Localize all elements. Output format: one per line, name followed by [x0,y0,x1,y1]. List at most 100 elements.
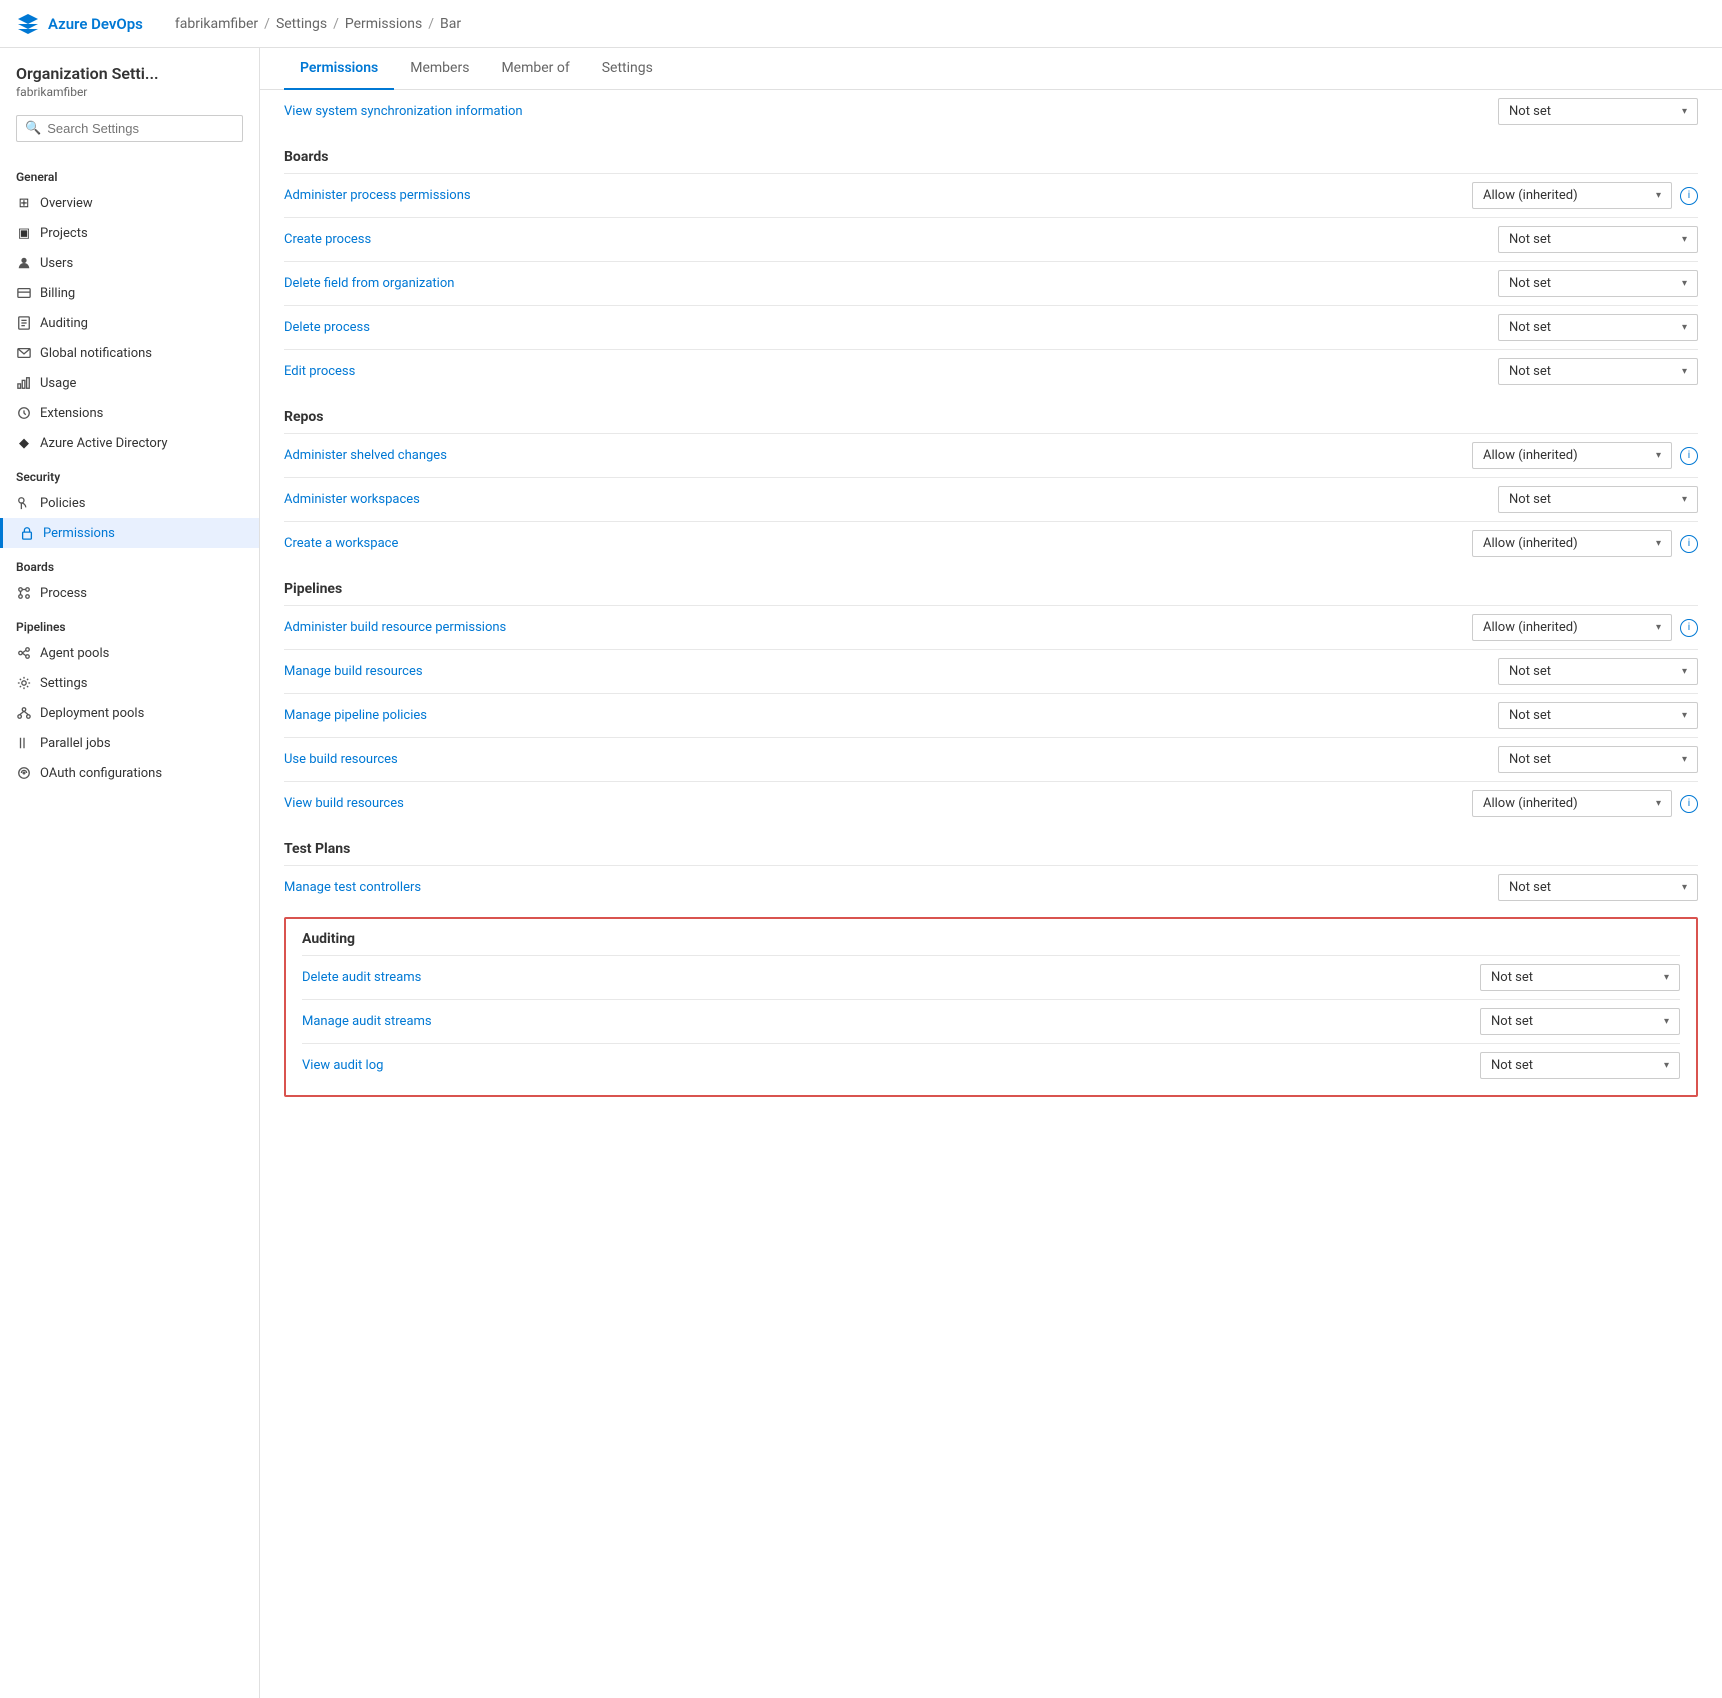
sidebar-section-general: General [0,158,259,188]
chevron-down-icon: ▾ [1682,494,1687,505]
permission-select[interactable]: Allow (inherited) ▾ [1472,530,1672,557]
sep2: / [333,16,339,32]
breadcrumb-item-4[interactable]: Bar [440,16,461,32]
info-icon[interactable]: i [1680,619,1698,637]
section-header-test-plans: Test Plans [284,825,1698,865]
chevron-down-icon: ▾ [1682,322,1687,333]
breadcrumb-item-2[interactable]: Settings [276,16,327,32]
breadcrumb-item-1[interactable]: fabrikamfiber [175,16,258,32]
permission-control: Allow (inherited) ▾ i [1438,442,1698,469]
app-logo[interactable]: Azure DevOps [16,12,143,36]
tab-members[interactable]: Members [394,48,485,90]
sidebar-item-parallel-jobs[interactable]: Parallel jobs [0,728,259,758]
sidebar-item-usage[interactable]: Usage [0,368,259,398]
permission-select[interactable]: Allow (inherited) ▾ [1472,790,1672,817]
permission-select[interactable]: Not set ▾ [1498,486,1698,513]
permission-name[interactable]: View build resources [284,796,1438,811]
permission-name[interactable]: Create process [284,232,1438,247]
sidebar-item-policies[interactable]: Policies [0,488,259,518]
permission-select[interactable]: Allow (inherited) ▾ [1472,614,1672,641]
sidebar-search[interactable]: 🔍 [16,115,243,142]
info-icon[interactable]: i [1680,447,1698,465]
permission-row: Administer workspaces Not set ▾ [284,477,1698,521]
permission-select[interactable]: Not set ▾ [1498,226,1698,253]
permission-name[interactable]: Use build resources [284,752,1438,767]
section-repos: Repos Administer shelved changes Allow (… [284,393,1698,565]
permission-name[interactable]: Create a workspace [284,536,1438,551]
permission-name[interactable]: Administer workspaces [284,492,1438,507]
permission-name[interactable]: Administer build resource permissions [284,620,1438,635]
sidebar-item-auditing[interactable]: Auditing [0,308,259,338]
chevron-down-icon: ▾ [1656,538,1661,549]
sidebar-item-agent-pools[interactable]: Agent pools [0,638,259,668]
tab-member-of[interactable]: Member of [485,48,585,90]
permission-row: Manage pipeline policies Not set ▾ [284,693,1698,737]
permission-name[interactable]: Administer shelved changes [284,448,1438,463]
permission-select[interactable]: Allow (inherited) ▾ [1472,182,1672,209]
info-icon[interactable]: i [1680,535,1698,553]
sidebar-title: Organization Setti... [16,64,243,83]
permission-select[interactable]: Not set ▾ [1480,1008,1680,1035]
permission-control: Allow (inherited) ▾ i [1438,182,1698,209]
permission-name[interactable]: Delete field from organization [284,276,1438,291]
sidebar-item-projects[interactable]: ▣ Projects [0,218,259,248]
info-icon[interactable]: i [1680,795,1698,813]
permission-select[interactable]: Not set ▾ [1480,1052,1680,1079]
permission-value: Not set [1509,752,1551,767]
permission-select[interactable]: Allow (inherited) ▾ [1472,442,1672,469]
sidebar-item-permissions[interactable]: Permissions [0,518,259,548]
permission-name[interactable]: View system synchronization information [284,104,1438,119]
deployment-pools-icon [16,705,32,721]
section-boards: Boards Administer process permissions Al… [284,133,1698,393]
sidebar-item-oauth-configurations[interactable]: OAuth configurations [0,758,259,788]
tab-permissions[interactable]: Permissions [284,48,394,90]
permission-name[interactable]: Manage build resources [284,664,1438,679]
sidebar-item-label: OAuth configurations [40,766,162,781]
sidebar-item-label: Permissions [43,526,115,541]
permission-name[interactable]: Delete process [284,320,1438,335]
agent-pools-icon [16,645,32,661]
permission-select[interactable]: Not set ▾ [1498,98,1698,125]
permission-value: Not set [1509,492,1551,507]
sidebar-item-deployment-pools[interactable]: Deployment pools [0,698,259,728]
permission-select[interactable]: Not set ▾ [1498,658,1698,685]
chevron-down-icon: ▾ [1656,798,1661,809]
info-icon[interactable]: i [1680,187,1698,205]
sidebar-item-users[interactable]: Users [0,248,259,278]
sidebar-section-security: Security [0,458,259,488]
permission-select[interactable]: Not set ▾ [1498,746,1698,773]
sidebar-item-extensions[interactable]: Extensions [0,398,259,428]
permission-select[interactable]: Not set ▾ [1498,702,1698,729]
search-input[interactable] [47,121,234,136]
permission-name[interactable]: Administer process permissions [284,188,1438,203]
sidebar-item-global-notifications[interactable]: Global notifications [0,338,259,368]
sidebar-item-process[interactable]: Process [0,578,259,608]
top-nav: Azure DevOps fabrikamfiber / Settings / … [0,0,1722,48]
permission-value: Not set [1509,276,1551,291]
sidebar-item-settings[interactable]: Settings [0,668,259,698]
permission-name[interactable]: Manage pipeline policies [284,708,1438,723]
permission-row: View system synchronization information … [284,90,1698,133]
permission-select[interactable]: Not set ▾ [1498,314,1698,341]
permission-value: Not set [1509,104,1551,119]
permission-control: Not set ▾ [1438,658,1698,685]
permission-select[interactable]: Not set ▾ [1498,270,1698,297]
chevron-down-icon: ▾ [1682,710,1687,721]
sidebar-item-overview[interactable]: ⊞ Overview [0,188,259,218]
permission-select[interactable]: Not set ▾ [1480,964,1680,991]
tab-settings[interactable]: Settings [586,48,669,90]
permission-name[interactable]: Manage audit streams [302,1014,1420,1029]
permission-row: Administer shelved changes Allow (inheri… [284,433,1698,477]
permission-name[interactable]: Delete audit streams [302,970,1420,985]
permission-name[interactable]: Edit process [284,364,1438,379]
permission-value: Allow (inherited) [1483,448,1578,463]
permission-select[interactable]: Not set ▾ [1498,874,1698,901]
breadcrumb-item-3[interactable]: Permissions [345,16,422,32]
permission-name[interactable]: View audit log [302,1058,1420,1073]
permission-name[interactable]: Manage test controllers [284,880,1438,895]
sidebar-item-azure-active-directory[interactable]: ◆ Azure Active Directory [0,428,259,458]
sidebar-item-billing[interactable]: Billing [0,278,259,308]
sidebar-item-label: Parallel jobs [40,736,111,751]
permission-select[interactable]: Not set ▾ [1498,358,1698,385]
section-header-auditing: Auditing [302,919,1680,955]
